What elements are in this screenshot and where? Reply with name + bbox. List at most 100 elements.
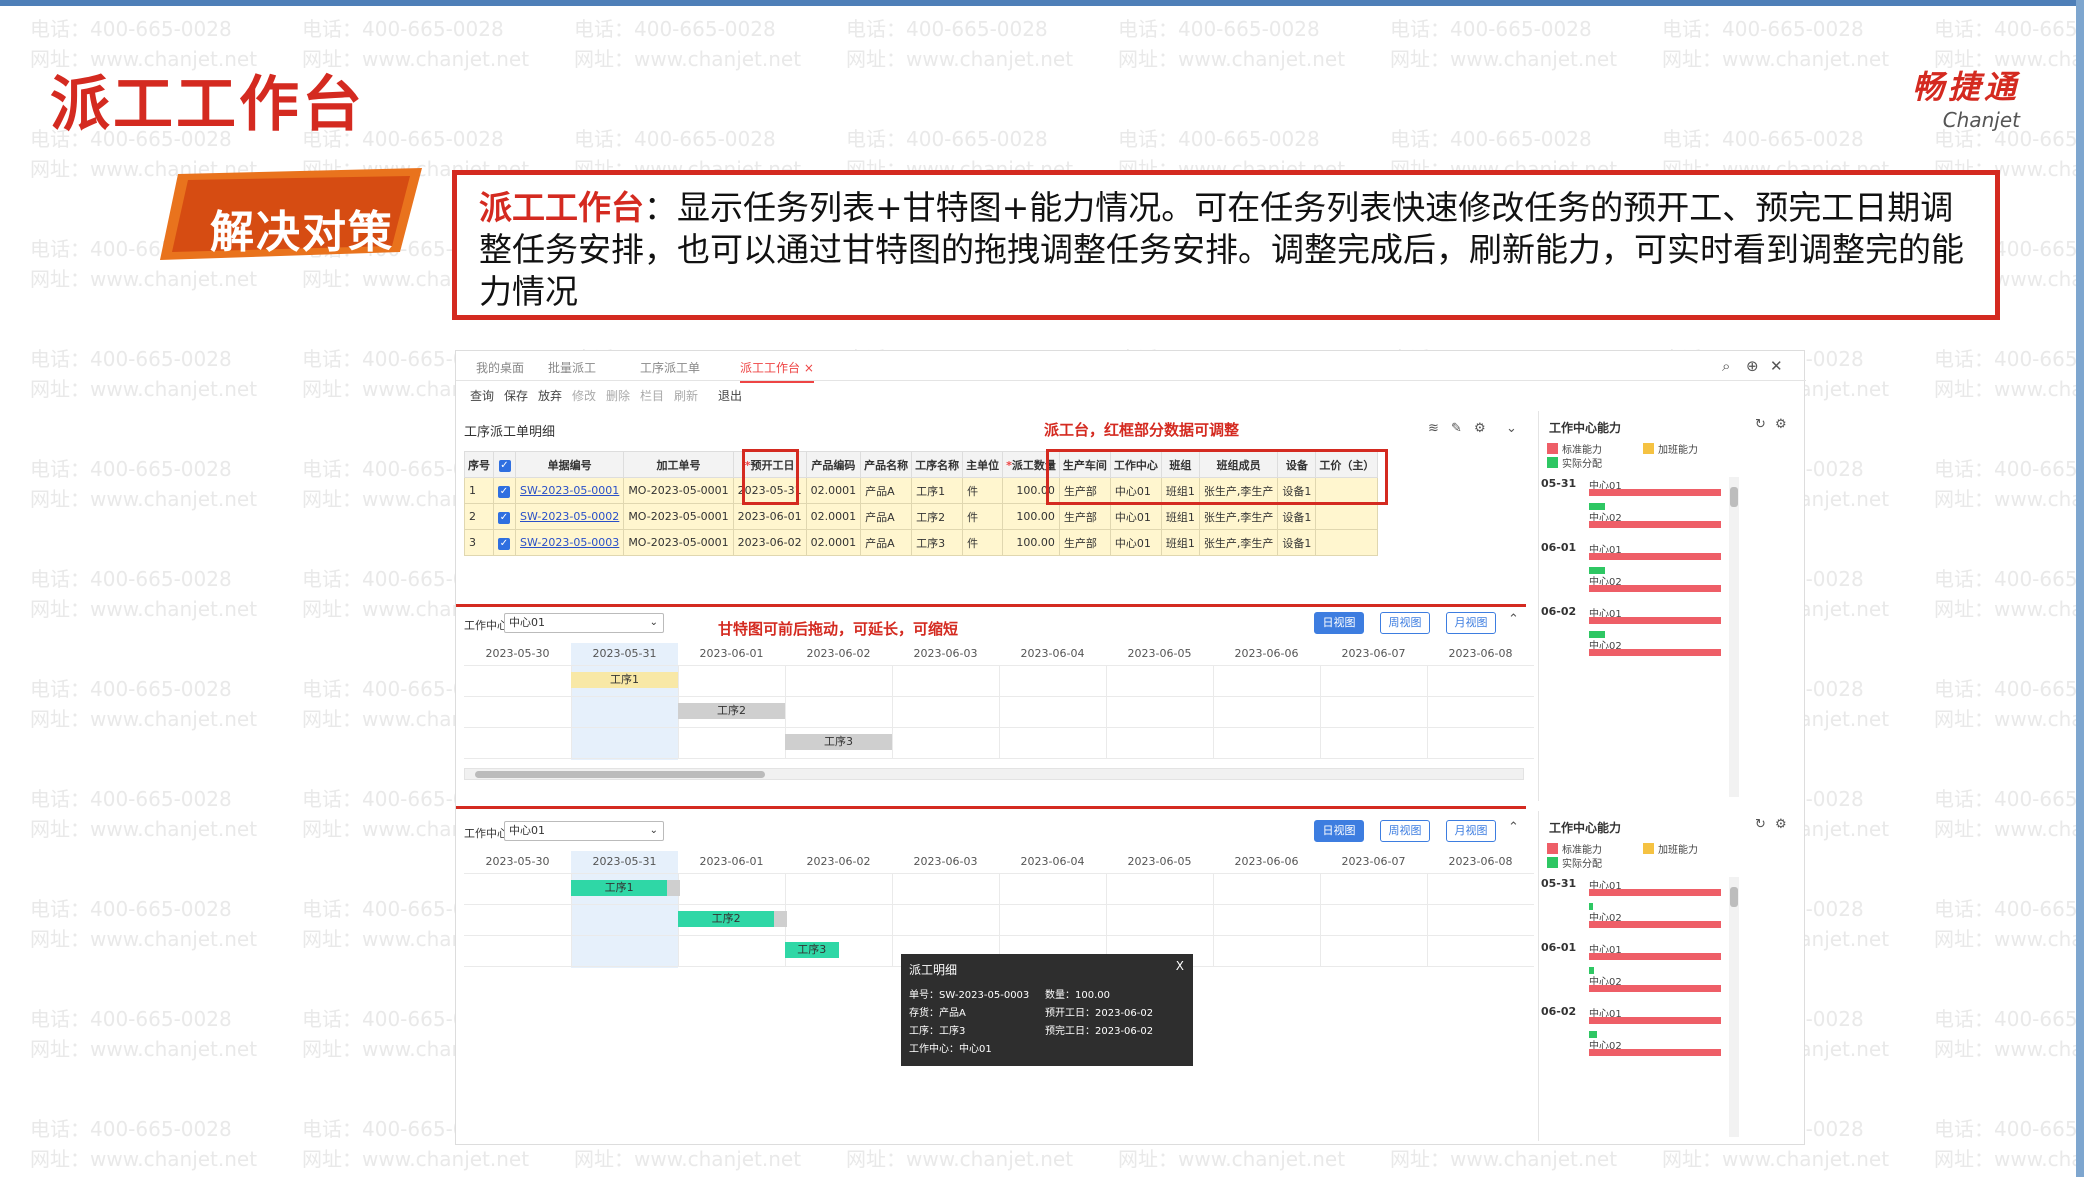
tab-close-icon[interactable]: ×	[804, 361, 814, 375]
tab-dispatch-order[interactable]: 工序派工单	[640, 359, 700, 376]
refresh-button[interactable]: 刷新	[674, 387, 698, 404]
scrollbar-thumb[interactable]	[475, 771, 765, 778]
watermark-site: 网址：www.chanjet.net	[30, 1037, 258, 1061]
settings-icon[interactable]: ⚙	[1474, 421, 1486, 436]
watermark-site: 网址：www.chanjet.net	[30, 817, 258, 841]
legend-swatch	[1547, 857, 1558, 868]
vertical-scrollbar[interactable]	[1729, 477, 1739, 797]
grid-line	[464, 727, 1534, 728]
collapse-icon[interactable]: ⌄	[1506, 421, 1517, 436]
date-header: 2023-05-30	[485, 855, 550, 868]
select-all-checkbox[interactable]: ✓	[498, 459, 511, 472]
callout-box: 派工工作台：显示任务列表+甘特图+能力情况。可在任务列表快速修改任务的预开工、预…	[452, 170, 2000, 320]
collapse-icon[interactable]: ⌃	[1508, 820, 1519, 835]
watermark-site: 网址：www.chanjet.net	[1934, 1147, 2084, 1171]
tab-dispatch-workbench[interactable]: 派工工作台 ×	[740, 359, 814, 383]
editable-fields-box	[1046, 449, 1388, 505]
table-cell[interactable]: 中心01	[1109, 529, 1162, 556]
horizontal-scrollbar[interactable]	[464, 768, 1524, 780]
date-header: 2023-05-31	[592, 647, 657, 660]
settings-icon[interactable]: ⚙	[1775, 817, 1787, 832]
work-center-select[interactable]: 中心01 ⌄	[504, 613, 664, 633]
exit-button[interactable]: 退出	[718, 387, 742, 404]
save-button[interactable]: 保存	[504, 387, 528, 404]
table-cell[interactable]: 中心01	[1109, 503, 1162, 530]
gantt-task-bar[interactable]: 工序1	[571, 880, 668, 896]
watermark-site: 网址：www.chanjet.net	[1390, 47, 1618, 71]
date-header: 2023-06-04	[1020, 855, 1085, 868]
columns-button[interactable]: 栏目	[640, 387, 664, 404]
view-button-1[interactable]: 周视图	[1380, 612, 1430, 634]
table-cell[interactable]: 班组1	[1160, 529, 1200, 556]
gantt-task-bar[interactable]: 工序3	[785, 734, 892, 750]
table-cell[interactable]: SW-2023-05-0002	[514, 503, 625, 530]
table-cell[interactable]: 设备1	[1277, 503, 1317, 530]
table-cell[interactable]: 张生产,李生产	[1198, 529, 1279, 556]
date-header: 2023-06-08	[1448, 855, 1513, 868]
table-cell[interactable]	[1315, 503, 1379, 530]
table-cell[interactable]: 生产部	[1058, 503, 1111, 530]
table-cell[interactable]	[1315, 529, 1379, 556]
table-header-cell: 工序名称	[911, 451, 964, 478]
view-button-2[interactable]: 月视图	[1446, 820, 1496, 842]
legend-standard: 标准能力	[1547, 441, 1602, 456]
edit-icon[interactable]: ✎	[1451, 421, 1462, 436]
close-icon[interactable]: ✕	[1770, 357, 1783, 375]
tab-batch-dispatch[interactable]: 批量派工	[548, 359, 596, 376]
edit-button[interactable]: 修改	[572, 387, 596, 404]
table-cell[interactable]: 设备1	[1277, 529, 1317, 556]
watermark-site: 网址：www.chanjet.net	[30, 707, 258, 731]
scrollbar-thumb[interactable]	[1730, 487, 1738, 507]
tooltip-close-icon[interactable]: X	[1176, 959, 1184, 973]
gantt-task-bar[interactable]: 工序2	[678, 703, 785, 719]
legend-swatch	[1547, 843, 1558, 854]
watermark-site: 网址：www.chanjet.net	[1934, 1037, 2084, 1061]
vertical-scrollbar[interactable]	[1729, 877, 1739, 1137]
filter-icon[interactable]: ≋	[1428, 421, 1439, 436]
row-checkbox[interactable]: ✓	[498, 537, 510, 550]
table-cell[interactable]: 张生产,李生产	[1198, 503, 1279, 530]
date-header: 2023-06-02	[806, 647, 871, 660]
chanjet-logo: 畅捷通 Chanjet	[1870, 62, 2020, 132]
view-button-0[interactable]: 日视图	[1314, 820, 1364, 842]
refresh-icon[interactable]: ↻	[1755, 417, 1766, 432]
table-cell[interactable]: 2023-06-02	[732, 529, 807, 556]
view-button-0[interactable]: 日视图	[1314, 612, 1364, 634]
table-cell[interactable]: 100.00	[1002, 503, 1060, 530]
view-button-2[interactable]: 月视图	[1446, 612, 1496, 634]
tab-desktop[interactable]: 我的桌面	[476, 359, 524, 376]
scrollbar-thumb[interactable]	[1730, 887, 1738, 907]
table-cell[interactable]: 2023-06-01	[732, 503, 807, 530]
table-cell[interactable]: SW-2023-05-0003	[514, 529, 625, 556]
work-center-select[interactable]: 中心01 ⌄	[504, 821, 664, 841]
refresh-icon[interactable]: ↻	[1755, 817, 1766, 832]
table-cell: ✓	[493, 503, 516, 530]
watermark-site: 网址：www.chanjet.net	[1934, 487, 2084, 511]
discard-button[interactable]: 放弃	[538, 387, 562, 404]
gantt-shadow-bar	[774, 911, 788, 927]
legend-actual: 实际分配	[1547, 855, 1602, 870]
pin-icon[interactable]: ⊕	[1746, 357, 1759, 375]
divider-top	[456, 604, 1526, 607]
date-header: 2023-06-07	[1341, 647, 1406, 660]
gantt-task-bar[interactable]: 工序1	[571, 672, 678, 688]
collapse-icon[interactable]: ⌃	[1508, 612, 1519, 627]
table-cell[interactable]: SW-2023-05-0001	[514, 477, 625, 504]
gantt-task-bar[interactable]: 工序3	[785, 942, 839, 958]
table-header-cell: 序号	[464, 451, 494, 478]
row-checkbox[interactable]: ✓	[498, 485, 510, 498]
table-cell[interactable]: 班组1	[1160, 503, 1200, 530]
table-cell[interactable]: 生产部	[1058, 529, 1111, 556]
delete-button[interactable]: 删除	[606, 387, 630, 404]
row-checkbox[interactable]: ✓	[498, 511, 510, 524]
query-button[interactable]: 查询	[470, 387, 494, 404]
capacity-date: 05-31	[1541, 877, 1577, 890]
search-icon[interactable]: ⌕	[1722, 357, 1730, 375]
legend-swatch	[1547, 443, 1558, 454]
gantt-task-bar[interactable]: 工序2	[678, 911, 775, 927]
table-note: 派工台，红框部分数据可调整	[1044, 421, 1240, 439]
table-cell: ✓	[493, 477, 516, 504]
settings-icon[interactable]: ⚙	[1775, 417, 1787, 432]
table-cell[interactable]: 100.00	[1002, 529, 1060, 556]
view-button-1[interactable]: 周视图	[1380, 820, 1430, 842]
